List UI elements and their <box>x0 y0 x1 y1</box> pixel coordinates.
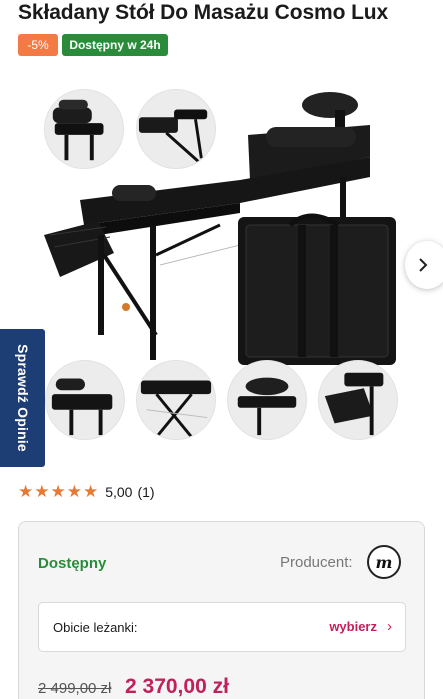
upholstery-option-row[interactable]: Obicie leżanki: wybierz › <box>38 602 406 652</box>
rating-value: 5,00 <box>105 484 133 500</box>
stock-status: Dostępny <box>38 555 107 572</box>
purchase-card: Dostępny Producent: m Obicie leżanki: wy… <box>18 521 425 699</box>
rating-summary[interactable]: ★★★★★ 5,00 (1) <box>18 482 155 502</box>
gallery-next-button[interactable] <box>405 241 443 289</box>
chevron-right-icon <box>419 258 428 272</box>
star-rating-icon: ★★★★★ <box>18 482 100 501</box>
product-main-image[interactable] <box>40 85 402 367</box>
discount-badge: -5% <box>18 34 58 56</box>
rating-count: (1) <box>137 484 155 500</box>
thumbnail-arm-pad[interactable] <box>318 360 398 440</box>
old-price: 2 499,00 zł <box>38 680 112 697</box>
producer-logo-letter: m <box>375 552 393 572</box>
product-title: Składany Stół Do Masażu Cosmo Lux <box>18 1 389 24</box>
reviews-side-tab[interactable]: Sprawdź Opinie <box>0 329 45 467</box>
thumbnail-bolsters[interactable] <box>45 360 125 440</box>
producer-logo[interactable]: m <box>367 545 401 579</box>
availability-badge: Dostępny w 24h <box>62 34 168 56</box>
thumbnail-head-cushion[interactable] <box>227 360 307 440</box>
chevron-right-icon: › <box>387 618 392 635</box>
reviews-side-tab-label: Sprawdź Opinie <box>14 344 31 452</box>
upholstery-select-link[interactable]: wybierz <box>329 619 377 634</box>
current-price: 2 370,00 zł <box>125 675 229 698</box>
thumbnail-base-frame[interactable] <box>136 360 216 440</box>
upholstery-option-label: Obicie leżanki: <box>53 620 138 635</box>
producer-label: Producent: <box>280 554 353 571</box>
